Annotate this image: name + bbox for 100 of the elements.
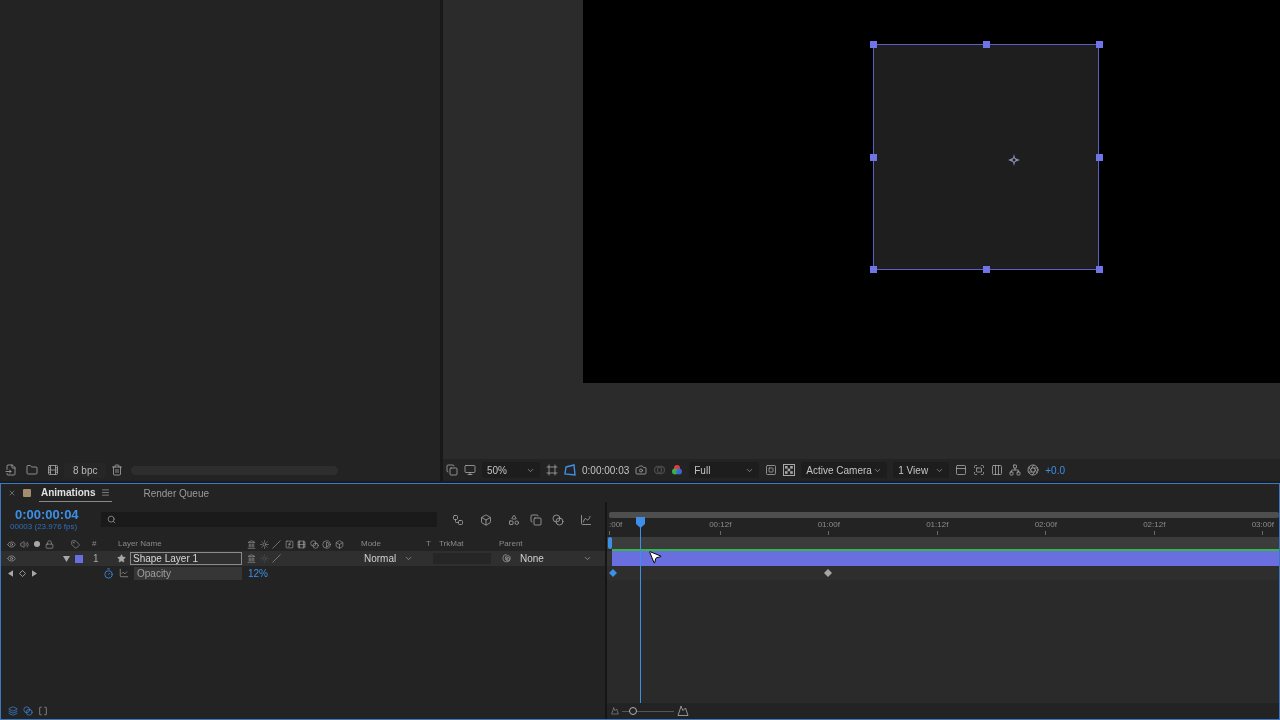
eye-icon[interactable] (7, 539, 16, 549)
anchor-point-icon[interactable] (1008, 154, 1020, 166)
bounding-box-handle[interactable] (1096, 154, 1103, 161)
contrast-icon[interactable] (322, 539, 331, 549)
resolution-dropdown[interactable]: Full (689, 462, 760, 478)
bounding-box-handle[interactable] (870, 154, 877, 161)
time-ruler-label: 02:12f (1143, 520, 1166, 530)
time-ruler-label: 01:12f (926, 520, 949, 530)
layers-icon[interactable] (8, 706, 18, 716)
columns-icon[interactable] (991, 464, 1004, 476)
layer-row[interactable]: 1 Shape Layer 1 Normal None (1, 551, 605, 566)
playhead[interactable] (636, 517, 645, 703)
panel-icon[interactable] (955, 464, 968, 476)
small-mountain-icon[interactable] (611, 707, 619, 715)
mask-outline-icon[interactable] (564, 464, 576, 476)
frame-icon[interactable] (546, 464, 558, 476)
checkerboard-icon[interactable] (783, 464, 796, 476)
color-channels-icon[interactable] (671, 464, 684, 476)
close-icon[interactable] (8, 489, 16, 497)
layer-name-field[interactable]: Shape Layer 1 (130, 552, 242, 565)
label-color-icon[interactable] (75, 554, 83, 563)
column-header[interactable]: TrkMat (439, 539, 464, 548)
blend-circles-icon[interactable] (23, 706, 33, 716)
parent-dropdown[interactable]: None (520, 552, 592, 565)
magnification-dropdown[interactable]: 50% (482, 462, 540, 478)
zoom-slider[interactable] (622, 707, 674, 715)
keyframe-diamond-icon[interactable] (609, 569, 617, 577)
view-layout-dropdown[interactable]: 1 View (893, 462, 950, 478)
cube-icon[interactable] (334, 539, 344, 549)
bounding-box-handle[interactable] (1096, 266, 1103, 273)
caret-icon (404, 554, 413, 563)
building-icon[interactable] (247, 539, 256, 549)
spiral-icon[interactable] (502, 553, 512, 564)
large-mountain-icon[interactable] (677, 705, 689, 717)
stopwatch-icon[interactable] (103, 567, 114, 579)
overlapping-circles-icon[interactable] (552, 513, 564, 526)
blend-mode-dropdown[interactable]: Normal (359, 552, 415, 565)
column-header: # (92, 539, 97, 548)
caret-icon (583, 554, 592, 563)
time-ruler-label: :00f (609, 520, 623, 530)
stacked-frames-icon[interactable] (446, 464, 458, 476)
tab[interactable]: Animations (39, 484, 113, 502)
column-header[interactable]: Mode (361, 539, 381, 548)
tag-icon[interactable] (71, 539, 80, 549)
fullscreen-icon[interactable] (973, 464, 986, 476)
property-value[interactable]: 12% (248, 565, 268, 581)
exposure-value[interactable]: +0.0 (1045, 462, 1065, 478)
nested-square-icon[interactable] (765, 464, 778, 476)
search-field[interactable] (101, 512, 437, 527)
bounding-box-handle[interactable] (983, 266, 990, 273)
folder-icon[interactable] (26, 464, 38, 476)
monitor-icon[interactable] (464, 464, 476, 476)
cube-icon[interactable] (480, 513, 492, 526)
building-icon[interactable] (247, 554, 256, 563)
bounding-box-handle[interactable] (1096, 41, 1103, 48)
film-icon[interactable] (47, 464, 59, 476)
import-file-icon[interactable] (5, 464, 17, 476)
left-triangle-icon[interactable] (8, 569, 13, 577)
work-area-start-handle[interactable] (608, 537, 612, 549)
column-header[interactable]: Layer Name (118, 539, 162, 548)
aperture-icon[interactable] (1027, 464, 1040, 476)
tab[interactable]: Render Queue (141, 484, 212, 502)
lock-icon[interactable] (45, 539, 54, 549)
time-ruler-label: 03:00f (1251, 520, 1274, 530)
menu-icon[interactable] (101, 488, 111, 497)
time-ruler-label: 00:12f (709, 520, 732, 530)
flowchart-icon[interactable] (1009, 464, 1022, 476)
trash-icon[interactable] (111, 464, 124, 476)
current-time[interactable]: 0:00:00:04 (15, 507, 91, 522)
down-triangle-icon[interactable] (63, 555, 70, 562)
function-icon[interactable] (284, 539, 294, 549)
shapes-icon[interactable] (508, 513, 520, 526)
film-icon[interactable] (297, 539, 306, 549)
layer-number: 1 (93, 553, 99, 564)
time-ruler-label: 01:00f (817, 520, 840, 530)
brackets-icon[interactable] (38, 706, 48, 716)
keyframe-diamond-icon[interactable] (824, 569, 832, 577)
property-name: Opacity (134, 566, 242, 580)
eye-icon[interactable] (7, 554, 16, 563)
sun-icon[interactable] (259, 539, 269, 549)
stacked-pages-icon[interactable] (530, 513, 542, 526)
column-header[interactable]: Parent (499, 539, 523, 548)
speaker-icon[interactable] (20, 539, 29, 549)
camera-view-dropdown[interactable]: Active Camera (801, 462, 888, 478)
time-ruler-label: 02:00f (1034, 520, 1057, 530)
bounding-box-handle[interactable] (870, 266, 877, 273)
search-icon (107, 515, 116, 524)
graph-curve-icon[interactable] (580, 513, 592, 526)
star-icon (117, 554, 126, 563)
current-time-display[interactable]: 0:00:00:03 (582, 462, 630, 478)
slider-thumb[interactable] (628, 707, 637, 715)
bounding-box-handle[interactable] (983, 41, 990, 48)
right-triangle-icon[interactable] (32, 569, 37, 577)
mouse-pointer-icon (647, 549, 663, 565)
bounding-box-handle[interactable] (870, 41, 877, 48)
diamond-icon[interactable] (19, 569, 26, 577)
blend-circles-icon[interactable] (309, 539, 319, 549)
flowchart-icon[interactable] (452, 513, 464, 526)
line-chart-icon[interactable] (119, 568, 129, 578)
camera-icon[interactable] (635, 464, 648, 476)
